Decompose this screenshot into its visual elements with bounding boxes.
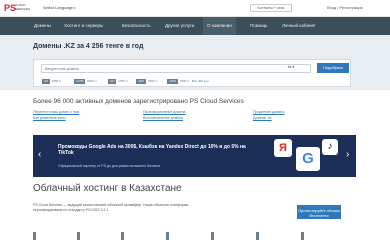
promo-banner[interactable]: ‹ Промокоды Google Ads на 300$, Кэшбэк н… xyxy=(33,135,356,177)
zone-tag: .KZ xyxy=(42,78,50,84)
domain-search-box: .kz ▾ Подобрать .KZ4256 тг .COM3700 тг .… xyxy=(33,59,351,87)
logo[interactable]: PS CLOUD SERVICES xyxy=(4,3,31,14)
plan-bar xyxy=(211,232,214,240)
domain-link-kz[interactable]: Домены .kz xyxy=(253,116,272,120)
yandex-icon: Я xyxy=(274,139,292,157)
domain-link-transfer[interactable]: Перенести ваш домен к нам xyxy=(33,110,79,114)
zone-price-value: 7600 тг xyxy=(147,79,158,83)
promo-logos: Я G ♪ xyxy=(258,135,348,177)
tiktok-icon: ♪ xyxy=(322,139,338,155)
domain-link-all-zones[interactable]: Все доменные зоны xyxy=(33,116,66,120)
plan-bar xyxy=(77,232,80,240)
hosting-plans xyxy=(33,229,356,240)
hosting-description: PS Cloud Services — ведущий казахстански… xyxy=(33,203,189,212)
promo-subtitle: Официальный партнер от PS до для развити… xyxy=(58,164,161,168)
nav-item-hosting[interactable]: Хостинг и серверы xyxy=(64,17,103,35)
zone-tag: .RU xyxy=(108,78,117,84)
nav-item-security[interactable]: Безопасность xyxy=(122,17,151,35)
chevron-down-icon: ▾ xyxy=(74,6,76,10)
plan-card[interactable] xyxy=(33,229,45,240)
domain-hero: Домены .KZ за 4 256 тенге в год .kz ▾ По… xyxy=(0,35,390,90)
nav-item-account[interactable]: Личный кабинет xyxy=(282,17,316,35)
zone-price-value: 7600 тг xyxy=(179,79,190,83)
try-cloud-button[interactable]: Протестируйте облако бесплатно xyxy=(297,205,341,219)
chevron-left-icon[interactable]: ‹ xyxy=(38,149,41,161)
language-selector[interactable]: Select Language▾ xyxy=(43,5,76,10)
nav-item-other-services[interactable]: Другие услуги xyxy=(165,17,194,35)
plan-bar xyxy=(166,232,169,240)
plan-bar xyxy=(301,232,304,240)
nav-item-domains[interactable]: Домены xyxy=(34,17,51,35)
zone-tag: .COM xyxy=(74,78,85,84)
plan-card[interactable] xyxy=(301,229,313,240)
logo-text: CLOUD SERVICES xyxy=(15,3,31,11)
zone-price-value: 1750 тг xyxy=(118,79,129,83)
zone-price[interactable]: .RU 1750 тг xyxy=(108,78,128,84)
zone-price[interactable]: .ORG 7600 тг xyxy=(167,78,190,84)
zone-select[interactable]: .kz ▾ xyxy=(287,65,294,69)
language-label: Select Language xyxy=(43,5,74,10)
plan-card[interactable] xyxy=(121,229,133,240)
zone-price[interactable]: .COM 3700 тг xyxy=(74,78,97,84)
google-icon: G xyxy=(296,147,320,171)
chevron-down-icon: ▾ xyxy=(291,65,295,69)
domain-link-restore[interactable]: Восстановление домена xyxy=(143,116,183,120)
domain-search-input[interactable] xyxy=(41,64,311,73)
zone-price[interactable]: .NET 7600 тг xyxy=(136,78,158,84)
search-button[interactable]: Подобрать xyxy=(317,63,349,73)
main-nav: Домены Хостинг и серверы Безопасность Др… xyxy=(0,17,390,35)
plan-bar xyxy=(33,232,36,240)
plan-card[interactable] xyxy=(211,229,223,240)
hosting-title: Облачный хостинг в Казахстане xyxy=(33,183,182,194)
zone-tag: .ORG xyxy=(167,78,178,84)
chevron-right-icon[interactable]: › xyxy=(346,149,349,161)
zone-tag: .NET xyxy=(136,78,146,84)
plan-card[interactable] xyxy=(256,229,268,240)
plan-bar xyxy=(256,232,259,240)
domains-stat-title: Более 96 000 активных доменов зарегистри… xyxy=(33,98,244,105)
plan-card[interactable] xyxy=(77,229,89,240)
contacts-button[interactable]: Контакты + чаты xyxy=(250,4,292,12)
plan-card[interactable] xyxy=(166,229,178,240)
domain-link-reregister[interactable]: Переоформление домена xyxy=(143,110,186,114)
promo-title: Промокоды Google Ads на 300$, Кэшбэк на … xyxy=(58,144,246,156)
domain-link-renew[interactable]: Продление домена xyxy=(253,110,284,114)
nav-item-help[interactable]: Помощь xyxy=(250,17,267,35)
all-zones-link[interactable]: Все 400 зон xyxy=(192,78,209,84)
login-link[interactable]: Вход / Регистрация xyxy=(327,5,363,10)
domain-links: Перенести ваш домен к нам Все доменные з… xyxy=(33,110,353,124)
plan-bar xyxy=(121,232,124,240)
hero-title: Домены .KZ за 4 256 тенге в год xyxy=(33,43,144,50)
zone-price[interactable]: .KZ 4256 тг xyxy=(42,78,62,84)
zone-price-value: 4256 тг xyxy=(51,79,62,83)
nav-item-about[interactable]: О компании xyxy=(203,17,236,35)
zone-price-value: 3700 тг xyxy=(86,79,97,83)
logo-mark: PS xyxy=(4,3,17,13)
topbar: PS CLOUD SERVICES Select Language▾ Конта… xyxy=(0,0,390,17)
